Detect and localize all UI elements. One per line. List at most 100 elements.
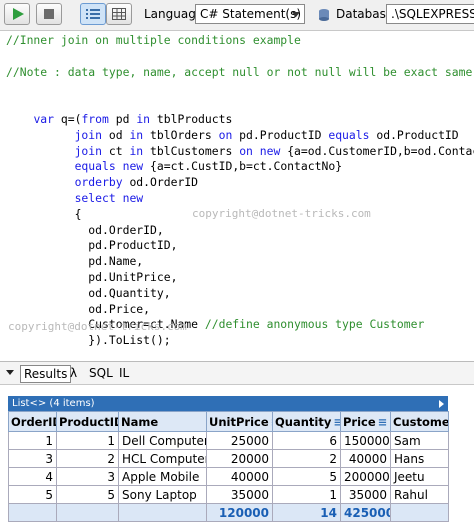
code-line: pd.UnitPrice, <box>6 270 474 286</box>
grid-results-button[interactable] <box>106 3 132 25</box>
code-token: pd.ProductID <box>232 127 329 142</box>
code-token: od.OrderID <box>122 175 199 190</box>
table-row: 4 3 Apple Mobile 40000 5 200000 Jeetu <box>8 467 449 486</box>
code-line: orderby od.OrderID <box>6 175 474 191</box>
stop-button[interactable] <box>36 3 62 25</box>
database-icon <box>319 9 329 21</box>
table-header-row: OrderIDProductIDNameUnitPrice≡Quantity≡P… <box>8 411 449 432</box>
column-header-label: Price <box>343 414 376 429</box>
table-cell: Dell Computer <box>118 431 207 450</box>
code-line: pd.Name, <box>6 254 474 270</box>
code-token: tblProducts <box>150 111 233 126</box>
column-header[interactable]: UnitPrice≡ <box>206 411 273 432</box>
table-cell: Sam <box>390 431 449 450</box>
results-tab-bar: Results λ SQL IL <box>0 362 474 385</box>
table-cell: 25000 <box>206 431 273 450</box>
code-text[interactable]: //Inner join on multiple conditions exam… <box>6 33 474 361</box>
code-keyword: new <box>259 143 281 158</box>
table-cell: 40000 <box>206 467 273 486</box>
sum-icon[interactable]: ≡ <box>378 415 388 429</box>
column-header-label: ProductID <box>59 414 119 429</box>
database-select-value: .\SQLEXPRESS.sa.T <box>391 7 474 21</box>
code-line: pd.ProductID, <box>6 238 474 254</box>
code-token: tblOrders <box>143 127 219 142</box>
expand-arrow-icon[interactable] <box>439 400 444 408</box>
table-cell: 1 <box>8 431 57 450</box>
code-line: join od in tblOrders on pd.ProductID equ… <box>6 128 474 144</box>
tab-results[interactable]: Results <box>20 365 72 383</box>
table-cell: 5 <box>8 485 57 504</box>
watermark-text: copyright@dotnet-tricks.com <box>8 320 187 333</box>
code-line: var q=(from pd in tblProducts <box>6 112 474 128</box>
code-keyword: equals <box>328 127 370 142</box>
code-token: pd.UnitPrice, <box>6 269 178 284</box>
table-cell: 40000 <box>340 449 391 468</box>
code-token: { <box>6 206 82 221</box>
watermark-text: copyright@dotnet-tricks.com <box>192 207 371 220</box>
tab-sql[interactable]: SQL <box>86 365 116 381</box>
table-cell: 2 <box>272 449 341 468</box>
language-select[interactable]: C# Statement(s) <box>195 4 305 24</box>
code-keyword: new <box>122 190 144 205</box>
code-keyword: join <box>74 143 103 158</box>
table-cell: 5 <box>56 485 119 504</box>
database-select[interactable]: .\SQLEXPRESS.sa.T <box>386 4 474 24</box>
table-cell: Hans <box>390 449 449 468</box>
code-keyword: var <box>33 111 55 126</box>
total-cell: 120000 <box>206 503 273 522</box>
tab-il[interactable]: IL <box>116 365 132 381</box>
code-line: //Note : data type, name, accept null or… <box>6 65 474 81</box>
language-select-value: C# Statement(s) <box>200 7 302 21</box>
code-token: q=( <box>54 111 82 126</box>
chevron-down-icon <box>292 12 300 17</box>
code-token: pd <box>108 111 137 126</box>
table-cell: 150000 <box>340 431 391 450</box>
table-cell: 4 <box>8 467 57 486</box>
column-header-label: Name <box>121 414 159 429</box>
column-header-label: Customer <box>393 414 448 429</box>
toolbar: Language C# Statement(s) Database .\SQLE… <box>0 0 474 31</box>
code-comment: //Inner join on multiple conditions exam… <box>6 33 301 47</box>
code-token: od <box>102 127 130 142</box>
table-cell: 20000 <box>206 449 273 468</box>
rich-text-results-button[interactable] <box>80 3 106 25</box>
column-header[interactable]: OrderID <box>8 411 57 432</box>
code-keyword: in <box>129 127 144 142</box>
play-icon <box>13 8 24 20</box>
code-token: tblCustomers <box>143 143 240 158</box>
tab-lambda[interactable]: λ <box>67 365 80 381</box>
column-header-label: Quantity <box>275 414 332 429</box>
rich-text-icon <box>86 9 100 19</box>
column-header[interactable]: Price ≡ <box>340 411 391 432</box>
total-cell <box>56 503 119 522</box>
column-header[interactable]: Customer <box>390 411 449 432</box>
table-cell: Jeetu <box>390 467 449 486</box>
code-comment: //define anonymous type Customer <box>204 317 425 332</box>
column-header[interactable]: Quantity≡ <box>272 411 341 432</box>
code-keyword: in <box>136 111 151 126</box>
column-header[interactable]: ProductID <box>56 411 119 432</box>
collapse-triangle-icon[interactable] <box>6 370 14 375</box>
results-header[interactable]: List<> (4 items) <box>8 396 448 411</box>
code-line: od.Price, <box>6 302 474 318</box>
column-header[interactable]: Name <box>118 411 207 432</box>
totals-row: 120000 14 425000 <box>8 503 449 522</box>
code-keyword: on <box>239 143 253 158</box>
sum-icon[interactable]: ≡ <box>333 415 339 429</box>
table-cell: 5 <box>272 467 341 486</box>
run-button[interactable] <box>4 3 30 25</box>
table-cell: 6 <box>272 431 341 450</box>
code-keyword: on <box>218 127 233 142</box>
code-line: select new <box>6 191 474 207</box>
code-editor[interactable]: //Inner join on multiple conditions exam… <box>0 31 474 362</box>
table-cell: 1 <box>272 485 341 504</box>
total-cell <box>118 503 207 522</box>
